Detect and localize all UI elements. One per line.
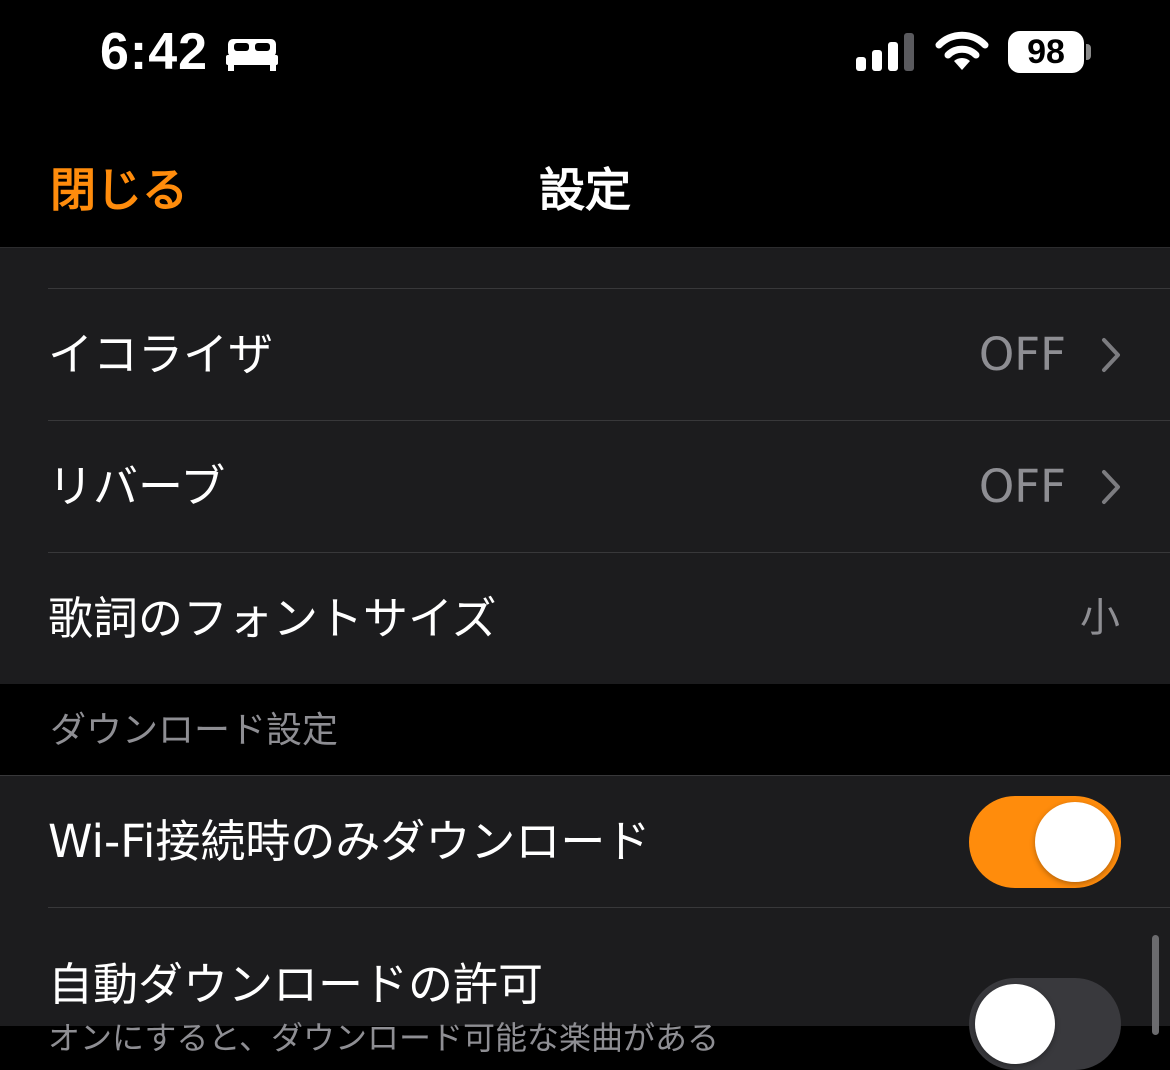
equalizer-row[interactable]: イコライザ OFF bbox=[48, 288, 1170, 420]
toggle-knob bbox=[1035, 802, 1115, 882]
reverb-label: リバーブ bbox=[48, 460, 226, 513]
auto-download-label: 自動ダウンロードの許可 bbox=[48, 958, 544, 1011]
battery-tip bbox=[1086, 44, 1091, 60]
cellular-signal-icon bbox=[856, 33, 914, 71]
page-title: 設定 bbox=[539, 163, 631, 217]
wifi-only-download-row: Wi-Fi接続時のみダウンロード bbox=[48, 776, 1170, 907]
scrollbar[interactable] bbox=[1152, 935, 1159, 1035]
chevron-right-icon bbox=[1102, 338, 1120, 372]
download-settings-group: Wi-Fi接続時のみダウンロード 自動ダウンロードの許可 オンにすると、ダウンロ… bbox=[0, 775, 1170, 1070]
reverb-value: OFF bbox=[978, 460, 1066, 513]
lyrics-font-size-row[interactable]: 歌詞のフォントサイズ 小 bbox=[48, 552, 1170, 684]
playback-settings-group: イコライザ OFF リバーブ OFF 歌詞のフォントサイズ 小 bbox=[0, 248, 1170, 684]
battery-level: 98 bbox=[1027, 33, 1065, 71]
lyrics-font-size-value: 小 bbox=[1080, 595, 1120, 641]
toggle-knob bbox=[975, 984, 1055, 1064]
wifi-only-download-toggle[interactable] bbox=[969, 796, 1121, 888]
wifi-only-download-label: Wi-Fi接続時のみダウンロード bbox=[48, 815, 651, 868]
section-header: ダウンロード設定 bbox=[0, 685, 1170, 775]
equalizer-label: イコライザ bbox=[48, 328, 274, 381]
bed-icon bbox=[226, 39, 278, 71]
battery-icon: 98 bbox=[1008, 31, 1084, 73]
download-settings-header: ダウンロード設定 bbox=[50, 710, 339, 751]
auto-download-toggle[interactable] bbox=[969, 978, 1121, 1070]
status-bar: 6:42 98 bbox=[0, 0, 1170, 110]
reverb-row[interactable]: リバーブ OFF bbox=[48, 420, 1170, 552]
equalizer-value: OFF bbox=[978, 328, 1066, 381]
auto-download-row: 自動ダウンロードの許可 オンにすると、ダウンロード可能な楽曲がある bbox=[48, 907, 1170, 1070]
lyrics-font-size-label: 歌詞のフォントサイズ bbox=[48, 592, 497, 645]
auto-download-subtitle: オンにすると、ダウンロード可能な楽曲がある bbox=[48, 1019, 720, 1057]
wifi-icon bbox=[935, 31, 989, 70]
chevron-right-icon bbox=[1102, 470, 1120, 504]
status-time: 6:42 bbox=[100, 23, 209, 81]
nav-bar: 閉じる 設定 bbox=[0, 110, 1170, 248]
